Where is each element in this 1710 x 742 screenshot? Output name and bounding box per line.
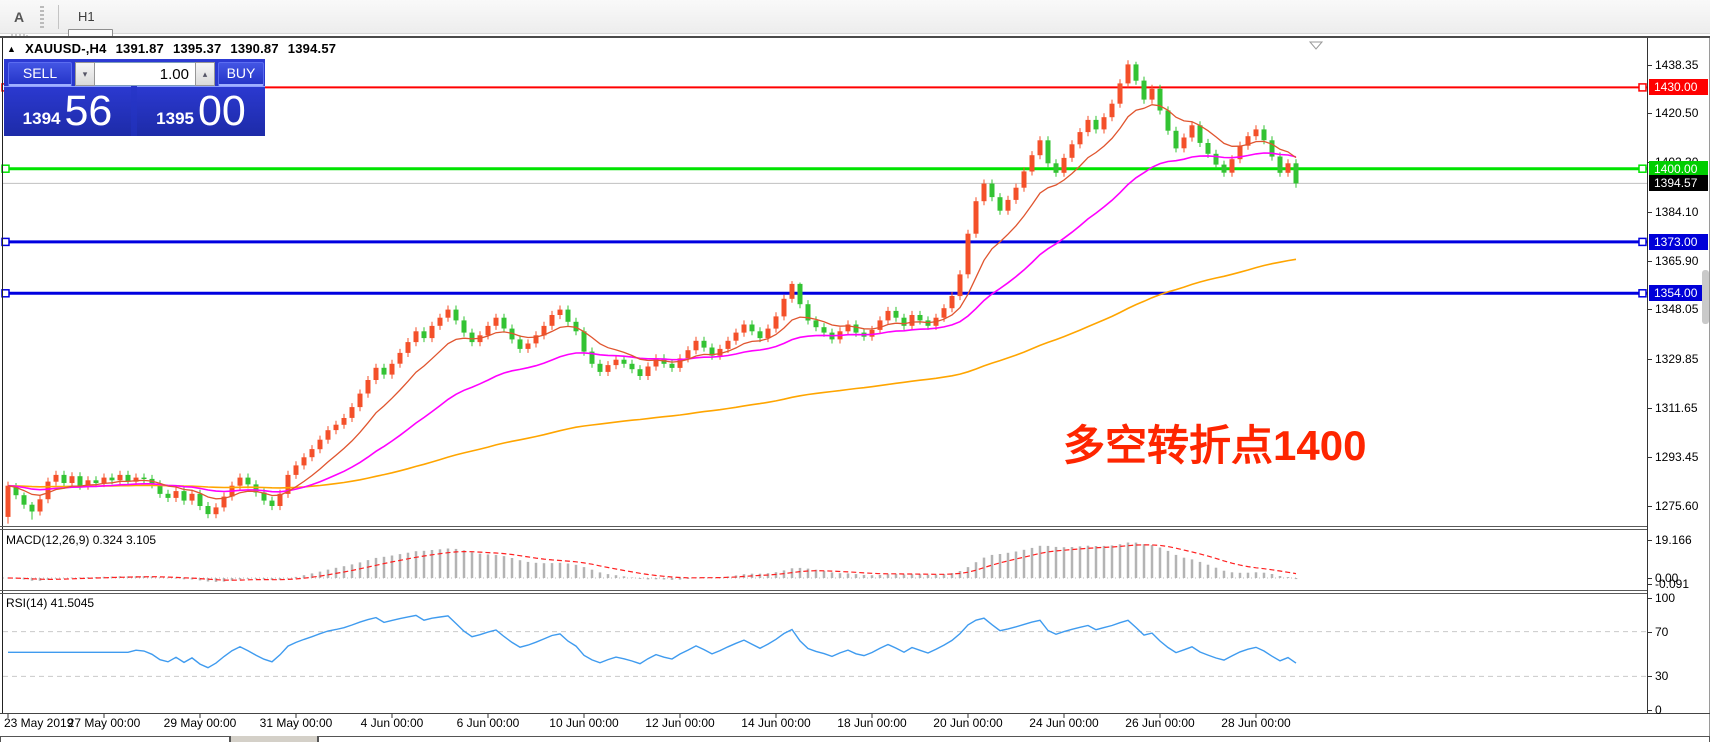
scrollbar-thumb[interactable] xyxy=(1702,270,1709,324)
price-tick-label: 1293.45 xyxy=(1648,450,1709,465)
rsi-tick-label: 0 xyxy=(1648,703,1709,718)
current-price-badge: 1394.57 xyxy=(1649,175,1708,191)
bottom-tab[interactable] xyxy=(0,736,230,742)
price-tick-label: 1275.60 xyxy=(1648,499,1709,514)
date-tick-label: 20 Jun 00:00 xyxy=(933,716,1002,730)
open-value: 1391.87 xyxy=(116,41,164,56)
one-click-trading-panel: SELL ▾ 1.00 ▴ BUY 1394 56 1395 00 xyxy=(4,59,265,136)
toolbar: EFAT M1M5M15M30H1H4D1W1MN xyxy=(0,0,1710,34)
buy-price-quote[interactable]: 1395 00 xyxy=(137,86,265,136)
date-tick-label: 6 Jun 00:00 xyxy=(457,716,520,730)
date-tick-label: 31 May 00:00 xyxy=(260,716,333,730)
buy-price-small: 1395 xyxy=(156,109,194,129)
date-tick-label: 12 Jun 00:00 xyxy=(645,716,714,730)
date-tick-label: 4 Jun 00:00 xyxy=(361,716,424,730)
low-value: 1390.87 xyxy=(230,41,278,56)
date-tick-label: 26 Jun 00:00 xyxy=(1125,716,1194,730)
date-tick-label: 14 Jun 00:00 xyxy=(741,716,810,730)
rsi-indicator-label: RSI(14) 41.5045 xyxy=(6,596,94,610)
date-tick-label: 24 Jun 00:00 xyxy=(1029,716,1098,730)
rsi-line xyxy=(8,615,1296,667)
macd-tick-label: 19.166 xyxy=(1648,533,1709,548)
symbol-label: XAUUSD-,H4 xyxy=(25,41,106,56)
text-tool-icon[interactable]: A xyxy=(4,4,34,30)
buy-button[interactable]: BUY xyxy=(218,62,264,86)
sell-price-small: 1394 xyxy=(23,109,61,129)
timeframe-button-h1[interactable]: H1 xyxy=(68,4,113,29)
rsi-tick-label: 30 xyxy=(1648,669,1709,684)
date-tick-label: 28 Jun 00:00 xyxy=(1221,716,1290,730)
date-tick-label: 27 May 00:00 xyxy=(68,716,141,730)
price-tick-label: 1384.10 xyxy=(1648,205,1709,220)
volume-input[interactable]: 1.00 xyxy=(95,62,195,86)
svg-text:F: F xyxy=(23,0,27,1)
bottom-tab[interactable] xyxy=(230,736,318,742)
price-axis[interactable]: 1438.351420.501402.301384.101365.901348.… xyxy=(1648,38,1709,713)
rsi-tick-label: 70 xyxy=(1648,625,1709,640)
ohlc-readout: ▲ XAUUSD-,H4 1391.87 1395.37 1390.87 139… xyxy=(7,41,336,56)
price-tick-label: 1348.05 xyxy=(1648,302,1709,317)
collapse-panel-icon[interactable]: ▲ xyxy=(7,44,16,54)
high-value: 1395.37 xyxy=(173,41,221,56)
time-axis-line xyxy=(0,713,1710,714)
price-tick-label: 1311.65 xyxy=(1648,401,1709,416)
svg-text:A: A xyxy=(14,9,24,25)
date-tick-label: 23 May 2019 xyxy=(4,716,73,730)
price-chart-canvas[interactable] xyxy=(0,38,1710,742)
bottom-tab-strip xyxy=(0,736,1710,742)
toolbar-separator xyxy=(58,5,59,29)
panel-separator[interactable] xyxy=(0,593,1647,594)
window-border xyxy=(2,38,3,713)
sell-price-big: 56 xyxy=(64,92,112,132)
price-level-badge[interactable]: 1430.00 xyxy=(1649,79,1708,95)
price-tick-label: 1365.90 xyxy=(1648,254,1709,269)
rsi-tick-label: 100 xyxy=(1648,591,1709,606)
close-value: 1394.57 xyxy=(288,41,336,56)
price-tick-label: 1438.35 xyxy=(1648,58,1709,73)
rsi-indicator xyxy=(3,615,1647,676)
chart-text-annotation[interactable]: 多空转折点1400 xyxy=(1063,412,1366,473)
panel-separator[interactable] xyxy=(0,529,1647,530)
time-axis[interactable]: 23 May 201927 May 00:00 29 May 00:00 31 Ma… xyxy=(0,716,1710,732)
mt4-terminal: EFAT M1M5M15M30H1H4D1W1MN ▲ XAUUSD-,H4 1… xyxy=(0,0,1710,742)
volume-spinner: ▾ 1.00 ▴ xyxy=(75,62,215,86)
price-tick-label: 1329.85 xyxy=(1648,352,1709,367)
volume-increase-button[interactable]: ▴ xyxy=(195,62,215,86)
price-level-badge[interactable]: 1373.00 xyxy=(1649,234,1708,250)
toolbar-drag-handle[interactable] xyxy=(40,6,44,28)
macd-indicator-label: MACD(12,26,9) 0.324 3.105 xyxy=(6,533,156,547)
macd-tick-label: -0.091 xyxy=(1648,577,1709,592)
sell-price-quote[interactable]: 1394 56 xyxy=(4,86,131,136)
price-level-badge[interactable]: 1354.00 xyxy=(1649,285,1708,301)
price-tick-label: 1420.50 xyxy=(1648,106,1709,121)
macd-indicator xyxy=(3,543,1296,582)
panel-separator[interactable] xyxy=(0,526,1647,527)
panel-separator[interactable] xyxy=(0,590,1647,591)
chart-window: ▲ XAUUSD-,H4 1391.87 1395.37 1390.87 139… xyxy=(0,36,1710,742)
buy-price-big: 00 xyxy=(198,92,246,132)
date-tick-label: 29 May 00:00 xyxy=(164,716,237,730)
volume-decrease-button[interactable]: ▾ xyxy=(75,62,95,86)
date-tick-label: 18 Jun 00:00 xyxy=(837,716,906,730)
sell-button[interactable]: SELL xyxy=(8,62,72,86)
date-tick-label: 10 Jun 00:00 xyxy=(549,716,618,730)
chart-shift-marker-icon xyxy=(1310,42,1322,49)
bottom-tab[interactable] xyxy=(318,736,1710,742)
